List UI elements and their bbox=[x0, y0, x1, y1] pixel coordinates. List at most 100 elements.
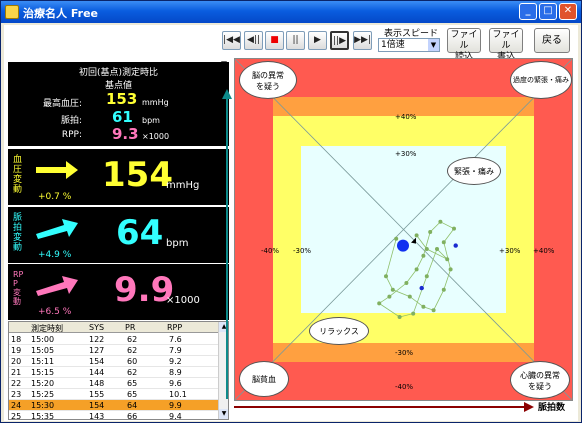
table-row[interactable]: 18 15:00 122 62 7.6 bbox=[9, 334, 219, 345]
data-point bbox=[424, 274, 429, 279]
bp-current-unit: mmHg bbox=[166, 180, 200, 191]
table-cell: 65 bbox=[127, 379, 138, 388]
data-point bbox=[384, 274, 388, 279]
direction-arrow bbox=[411, 237, 416, 244]
step-back-button[interactable]: ◀|| bbox=[244, 31, 263, 50]
column-header[interactable]: PR bbox=[125, 323, 135, 332]
heart-abnormality-bubble: 心臓の異常 を疑う bbox=[510, 361, 570, 399]
play-button[interactable]: ▶ bbox=[308, 31, 327, 50]
pause-button[interactable]: || bbox=[286, 31, 305, 50]
column-header[interactable]: SYS bbox=[89, 323, 104, 332]
table-cell: 143 bbox=[89, 412, 105, 420]
table-cell: 8.9 bbox=[169, 368, 182, 377]
data-point bbox=[445, 257, 450, 262]
x-tick-minus30: -30% bbox=[293, 247, 312, 255]
skip-first-icon: |◀◀ bbox=[223, 35, 240, 45]
baseline-title: 初回(基点)測定時比 bbox=[78, 68, 159, 78]
speed-value: 1倍速 bbox=[381, 40, 405, 50]
rpp-current-unit: ×1000 bbox=[166, 295, 200, 306]
table-cell: 148 bbox=[89, 379, 105, 388]
anemia-bubble: 脳貧血 bbox=[239, 361, 289, 397]
scroll-down-icon[interactable]: ▼ bbox=[219, 409, 228, 419]
minimize-button[interactable]: _ bbox=[519, 3, 537, 20]
anemia-line1: 脳貧血 bbox=[252, 375, 276, 384]
back-label: 戻る bbox=[542, 35, 562, 46]
table-cell: 15:35 bbox=[31, 412, 55, 420]
data-point bbox=[421, 304, 426, 309]
bp-base-unit: mmHg bbox=[142, 98, 169, 107]
file-read-label-1: ファイル bbox=[450, 30, 478, 51]
table-cell: 25 bbox=[11, 412, 22, 420]
stop-icon: ■ bbox=[270, 35, 279, 45]
table-cell: 62 bbox=[127, 335, 138, 344]
back-button[interactable]: 戻る bbox=[534, 28, 570, 53]
table-cell: 20 bbox=[11, 357, 22, 366]
stop-button[interactable]: ■ bbox=[265, 31, 284, 50]
speed-select[interactable]: 1倍速 ▼ bbox=[378, 38, 440, 52]
table-row[interactable]: 25 15:35 143 66 9.4 bbox=[9, 411, 219, 420]
table-cell: 15:11 bbox=[31, 357, 55, 366]
table-row[interactable]: 20 15:11 154 60 9.2 bbox=[9, 356, 219, 367]
table-row[interactable]: 24 15:30 154 64 9.9 bbox=[9, 400, 219, 411]
highlight-point bbox=[419, 285, 424, 291]
close-button[interactable]: ✕ bbox=[559, 3, 577, 20]
arrow-up-icon bbox=[222, 89, 232, 399]
current-point bbox=[397, 239, 409, 252]
data-point bbox=[397, 315, 402, 319]
step-forward-button[interactable]: ||▶ bbox=[330, 31, 349, 50]
maximize-button[interactable]: □ bbox=[539, 3, 557, 20]
table-cell: 127 bbox=[89, 346, 105, 355]
measurement-table[interactable]: 測定時刻 SYS PR RPP 18 15:00 122 62 7.6 19 15:05 127 62… bbox=[8, 321, 229, 420]
bp-change-panel: 血圧変動 +0.7 % 154 mmHg bbox=[8, 149, 229, 205]
data-point bbox=[411, 311, 416, 316]
data-point bbox=[438, 219, 443, 224]
y-tick-plus30: +30% bbox=[395, 150, 417, 158]
skip-last-button[interactable]: ▶▶| bbox=[353, 31, 372, 50]
data-point bbox=[424, 247, 429, 251]
table-cell: 62 bbox=[127, 368, 138, 377]
file-write-label-1: ファイル bbox=[492, 30, 520, 51]
x-axis-label: 脈拍数 bbox=[538, 403, 566, 413]
window-title: 治療名人 Free bbox=[23, 7, 98, 20]
data-point bbox=[394, 236, 399, 241]
table-cell: 24 bbox=[11, 401, 22, 410]
title-bar[interactable]: 治療名人 Free _ □ ✕ bbox=[1, 1, 581, 23]
file-read-button[interactable]: ファイル 読込 bbox=[447, 28, 481, 62]
table-cell: 15:20 bbox=[31, 379, 55, 388]
data-point bbox=[448, 267, 453, 272]
table-row[interactable]: 23 15:25 155 65 10.1 bbox=[9, 389, 219, 400]
table-header: 測定時刻 SYS PR RPP bbox=[9, 322, 219, 333]
x-tick-plus30: +30% bbox=[499, 247, 521, 255]
x-axis: 脈拍数 bbox=[234, 399, 574, 417]
table-row[interactable]: 21 15:15 144 62 8.9 bbox=[9, 367, 219, 378]
data-point bbox=[441, 240, 446, 245]
column-header[interactable]: RPP bbox=[167, 323, 182, 332]
bp-base-value: 153 bbox=[106, 90, 138, 108]
pulse-change-panel: 脈拍変動 +4.9 % 64 bpm bbox=[8, 207, 229, 263]
table-cell: 22 bbox=[11, 379, 22, 388]
skip-last-icon: ▶▶| bbox=[354, 35, 371, 45]
rpp-change-panel: RPP変動 +6.5 % 9.9 ×1000 bbox=[8, 264, 229, 320]
pulse-base-unit: bpm bbox=[142, 116, 160, 125]
table-cell: 15:05 bbox=[31, 346, 55, 355]
table-row[interactable]: 22 15:20 148 65 9.6 bbox=[9, 378, 219, 389]
table-cell: 64 bbox=[127, 401, 138, 410]
column-header[interactable]: 測定時刻 bbox=[31, 323, 63, 334]
bp-change-pct: +0.7 % bbox=[38, 192, 72, 202]
arrow-right-icon bbox=[234, 402, 534, 412]
pulse-change-pct: +4.9 % bbox=[38, 250, 72, 260]
highlight-point bbox=[453, 243, 458, 248]
data-point bbox=[390, 287, 395, 292]
table-row[interactable]: 19 15:05 127 62 7.9 bbox=[9, 345, 219, 356]
table-cell: 15:30 bbox=[31, 401, 55, 410]
data-point bbox=[435, 247, 439, 251]
chevron-down-icon: ▼ bbox=[428, 39, 439, 51]
skip-first-button[interactable]: |◀◀ bbox=[222, 31, 241, 50]
table-cell: 23 bbox=[11, 390, 22, 399]
rpp-base-label: RPP: bbox=[61, 130, 82, 140]
tension-pain-line1: 緊張・痛み bbox=[454, 167, 494, 176]
file-write-button[interactable]: ファイル 書込 bbox=[489, 28, 523, 62]
arrow-up-right-icon bbox=[36, 219, 78, 239]
table-cell: 15:15 bbox=[31, 368, 55, 377]
x-tick-plus40: +40% bbox=[533, 247, 555, 255]
